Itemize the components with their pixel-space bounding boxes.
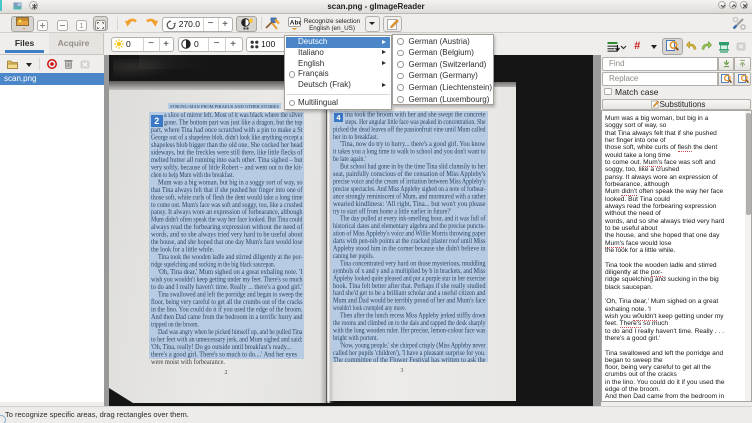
svg-text:very softly, because of little: very softly, because of little Robert – …	[151, 164, 303, 171]
svg-text:Tina concentrated very hard on: Tina concentrated very hard on those mys…	[340, 260, 486, 267]
svg-text:'Now, young people,' she chirp: 'Now, young people,' she chirped crisply…	[340, 342, 486, 349]
svg-text:to do and I really haven't tim: to do and I really haven't time. Really …	[151, 284, 303, 291]
svg-text:But school had gone in by the: But school had gone in by the time Tina …	[340, 164, 486, 171]
svg-text:George out of a shapeless blob: George out of a shapeless blob, didn't l…	[151, 134, 303, 141]
svg-text:gone. The bottom part was just: gone. The bottom part was just like a dr…	[164, 120, 303, 127]
svg-text:the look for a little while.: the look for a little while.	[151, 247, 214, 254]
svg-text:hard she'd get to be a brillia: hard she'd get to be a brilliant scholar…	[333, 290, 486, 297]
svg-text:Tina swallowed and left the po: Tina swallowed and left the porridge and…	[158, 292, 303, 299]
svg-text:Mum was a big woman, but big i: Mum was a big woman, but big in a soggy …	[158, 179, 303, 186]
svg-text:ina took the broom with her an: ina took the broom with her and she swep…	[345, 111, 486, 118]
svg-text:wish you wouldn't keep getting: wish you wouldn't keep getting under my …	[151, 277, 303, 284]
svg-text:to her feet with an unnecessar: to her feet with an unnecessary jerk, an…	[151, 336, 303, 343]
svg-text:ation of Miss Appleby's voice: ation of Miss Appleby's voice and Willie…	[333, 231, 486, 238]
svg-text:'Oh, Tina dear,' Mum sighed on: 'Oh, Tina dear,' Mum sighed on a great e…	[158, 269, 303, 276]
svg-text:historical dates and elementar: historical dates and elementary algebra …	[333, 223, 486, 230]
svg-text:those soft, white curls of fle: those soft, white curls of flesh the den…	[151, 194, 303, 201]
svg-text:Appleby looked quite pleased a: Appleby looked quite pleased and put a p…	[333, 275, 486, 282]
svg-text:a slice of mirror left. Most o: a slice of mirror left. Most of it was b…	[164, 112, 303, 119]
svg-text:'Oh, Tina, really! Do go outsi: 'Oh, Tina, really! Do go outside until b…	[151, 344, 291, 351]
svg-text:'Tina, now do try to hurry...: 'Tina, now do try to hurry... there's a …	[340, 141, 486, 148]
svg-text:her in to breakfast.: her in to breakfast.	[333, 134, 378, 141]
svg-text:wearied kindliness: 'All right: wearied kindliness: 'All right, Tina... …	[333, 201, 486, 208]
svg-text:darts with pen-nib points at t: darts with pen-nib points at the cracked…	[333, 238, 486, 245]
svg-text:caning her pupils.: caning her pupils.	[333, 253, 374, 260]
svg-text:Abc: Abc	[290, 19, 301, 26]
svg-text:picked the dead leaves off the: picked the dead leaves off the passionfr…	[333, 126, 486, 133]
svg-text:Dad was angry when he picked h: Dad was angry when he picked himself up,…	[158, 329, 303, 336]
svg-text:precise voice and the cream of: precise voice and the cream of irritatio…	[333, 179, 486, 186]
svg-text:STRONG-MAN FROM PIRAEUS AND OT: STRONG-MAN FROM PIRAEUS AND OTHER STORIE…	[170, 103, 279, 108]
svg-text:Mum and Dad would be terribly: Mum and Dad would be terribly proud of h…	[333, 298, 486, 305]
svg-text:chen to help Mum with the brea: chen to help Mum with the breakfast.	[151, 172, 234, 179]
svg-text:ridge squelching and sucking i: ridge squelching and sucking in the big …	[151, 262, 275, 269]
svg-text:the rooms and climbed on to th: the rooms and climbed on to the dais and…	[333, 320, 486, 327]
svg-text:floor, being very careful to g: floor, being very careful to get all the…	[151, 299, 303, 306]
svg-text:part, where Tina had once scra: part, where Tina had once scratched with…	[151, 127, 303, 134]
svg-text:And then Dad came from the bed: And then Dad came from the bedroom in a …	[151, 314, 303, 321]
svg-text:precise spectacles. And Miss A: precise spectacles. And Miss Appleby sig…	[333, 186, 486, 193]
svg-text:try to start off from home a l: try to start off from home a little earl…	[333, 208, 451, 215]
svg-text:in the lino. You could do it i: in the lino. You could do it if you used…	[151, 307, 303, 314]
svg-text:Tina took the wooden ladle and: Tina took the wooden ladle and stirred d…	[158, 254, 303, 261]
svg-text:with the long wooden ruler. He: with the long wooden ruler. Her precise,…	[333, 328, 486, 335]
svg-text:shapeless blob bigger than the: shapeless blob bigger than the old one. …	[151, 142, 303, 149]
svg-text:that Tina always felt that if: that Tina always felt that if she pushed…	[151, 187, 303, 194]
svg-text:symbols of x and y and a multi: symbols of x and y and a multiplied by b…	[333, 268, 486, 275]
svg-text:Appleby stood him in the corne: Appleby stood him in the corner because …	[333, 246, 486, 253]
svg-text:1: 1	[80, 23, 84, 30]
svg-text:always read the forbearing exp: always read the forbearing expression wi…	[151, 224, 303, 231]
svg-text:were moist with forbearance.: were moist with forbearance.	[151, 359, 225, 366]
svg-text:words, and so she always tried: words, and so she always tried very hard…	[151, 232, 303, 239]
svg-text:seat, painfully conscious of t: seat, painfully conscious of the censati…	[333, 171, 486, 178]
svg-text:tripped on the broom.: tripped on the broom.	[151, 321, 199, 328]
svg-text:the house, and she hoped that: the house, and she hoped that one day Mu…	[151, 239, 303, 246]
svg-text:to come out. Mum's face was so: to come out. Mum's face was soft and sog…	[151, 202, 303, 209]
svg-text:The committee of the Flower Fe: The committee of the Flower Festival has…	[333, 357, 486, 363]
svg-text:book. Tina felt better after t: book. Tina felt better after that. Perha…	[333, 283, 486, 290]
svg-text:called her pupils 'children'),: called her pupils 'children'), 'I have a…	[333, 350, 486, 357]
svg-text:Then after the lunch recess Mi: Then after the lunch recess Miss Appleby…	[340, 313, 486, 320]
svg-text:bright with portent.: bright with portent.	[333, 335, 378, 342]
svg-text:wouldn't look crumpled any mor: wouldn't look crumpled any more.	[333, 305, 406, 312]
svg-text:melted butter all running into: melted butter all running into each othe…	[151, 157, 303, 164]
svg-text:Mum didn't often speak the way: Mum didn't often speak the way her face …	[151, 217, 303, 224]
svg-text:ance strongly reminiscent of M: ance strongly reminiscent of Mum, and mu…	[333, 193, 486, 200]
svg-text:pansy. It always wore an expre: pansy. It always wore an expression of f…	[151, 209, 303, 216]
svg-text:it takes you a long time to wa: it takes you a long time to walk to scho…	[333, 149, 486, 156]
svg-text:steps. Her angular little face: steps. Her angular little face was peake…	[345, 119, 486, 126]
svg-text:be late again.': be late again.'	[333, 156, 366, 163]
svg-text:The day pulled at every ink-sm: The day pulled at every ink-smelling hou…	[340, 216, 486, 223]
svg-text:sideways, but the freckles wer: sideways, but the freckles were still th…	[151, 149, 303, 156]
